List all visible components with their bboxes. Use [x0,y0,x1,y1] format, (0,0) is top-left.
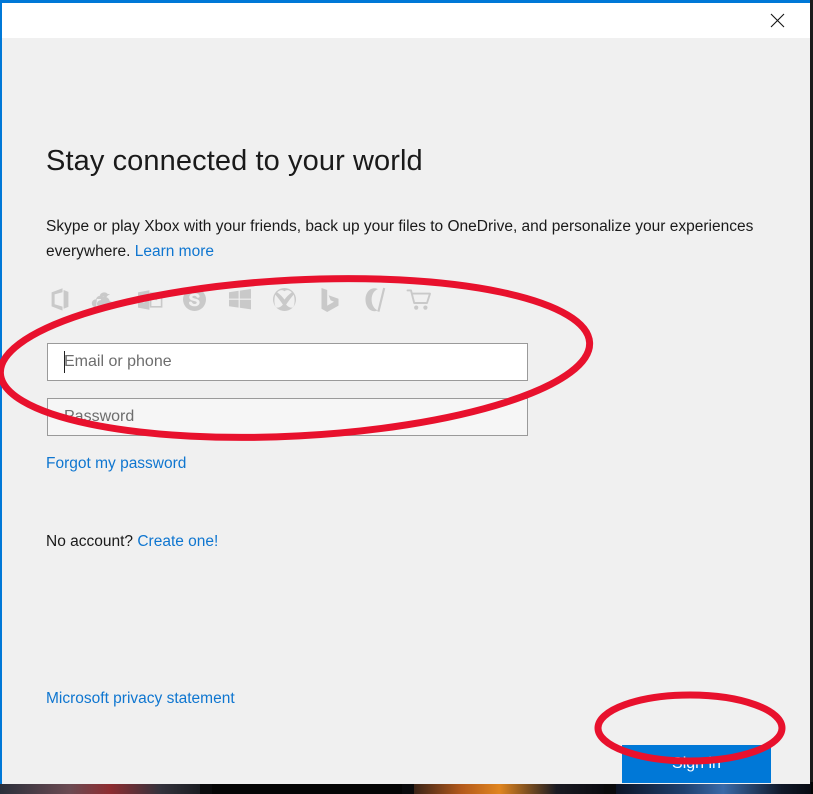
no-account-row: No account? Create one! [46,533,218,551]
create-account-link[interactable]: Create one! [137,533,218,550]
description-text: Skype or play Xbox with your friends, ba… [46,214,756,264]
xbox-icon [271,286,298,313]
brand-icon-row [46,286,433,313]
password-input[interactable] [47,398,528,436]
close-button[interactable] [755,3,800,38]
onedrive-cloud-icon [91,286,118,313]
store-cart-icon [406,286,433,313]
dialog-titlebar [2,3,810,38]
close-icon [770,13,785,28]
skype-icon [181,286,208,313]
screen: Stay connected to your world Skype or pl… [0,0,813,794]
microsoft-account-signin-dialog: Stay connected to your world Skype or pl… [0,0,810,784]
bing-icon [316,286,343,313]
page-title: Stay connected to your world [46,145,423,177]
text-caret [64,351,65,373]
learn-more-link[interactable]: Learn more [135,243,214,260]
outlook-icon [136,286,163,313]
dialog-content: Stay connected to your world Skype or pl… [2,38,810,784]
cortana-icon [361,286,388,313]
no-account-label: No account? [46,533,138,550]
forgot-password-link[interactable]: Forgot my password [46,455,186,473]
windows-icon [226,286,253,313]
sign-in-button[interactable]: Sign in [622,745,771,783]
privacy-statement-link[interactable]: Microsoft privacy statement [46,690,235,708]
email-or-phone-input[interactable] [47,343,528,381]
office-icon [46,286,73,313]
